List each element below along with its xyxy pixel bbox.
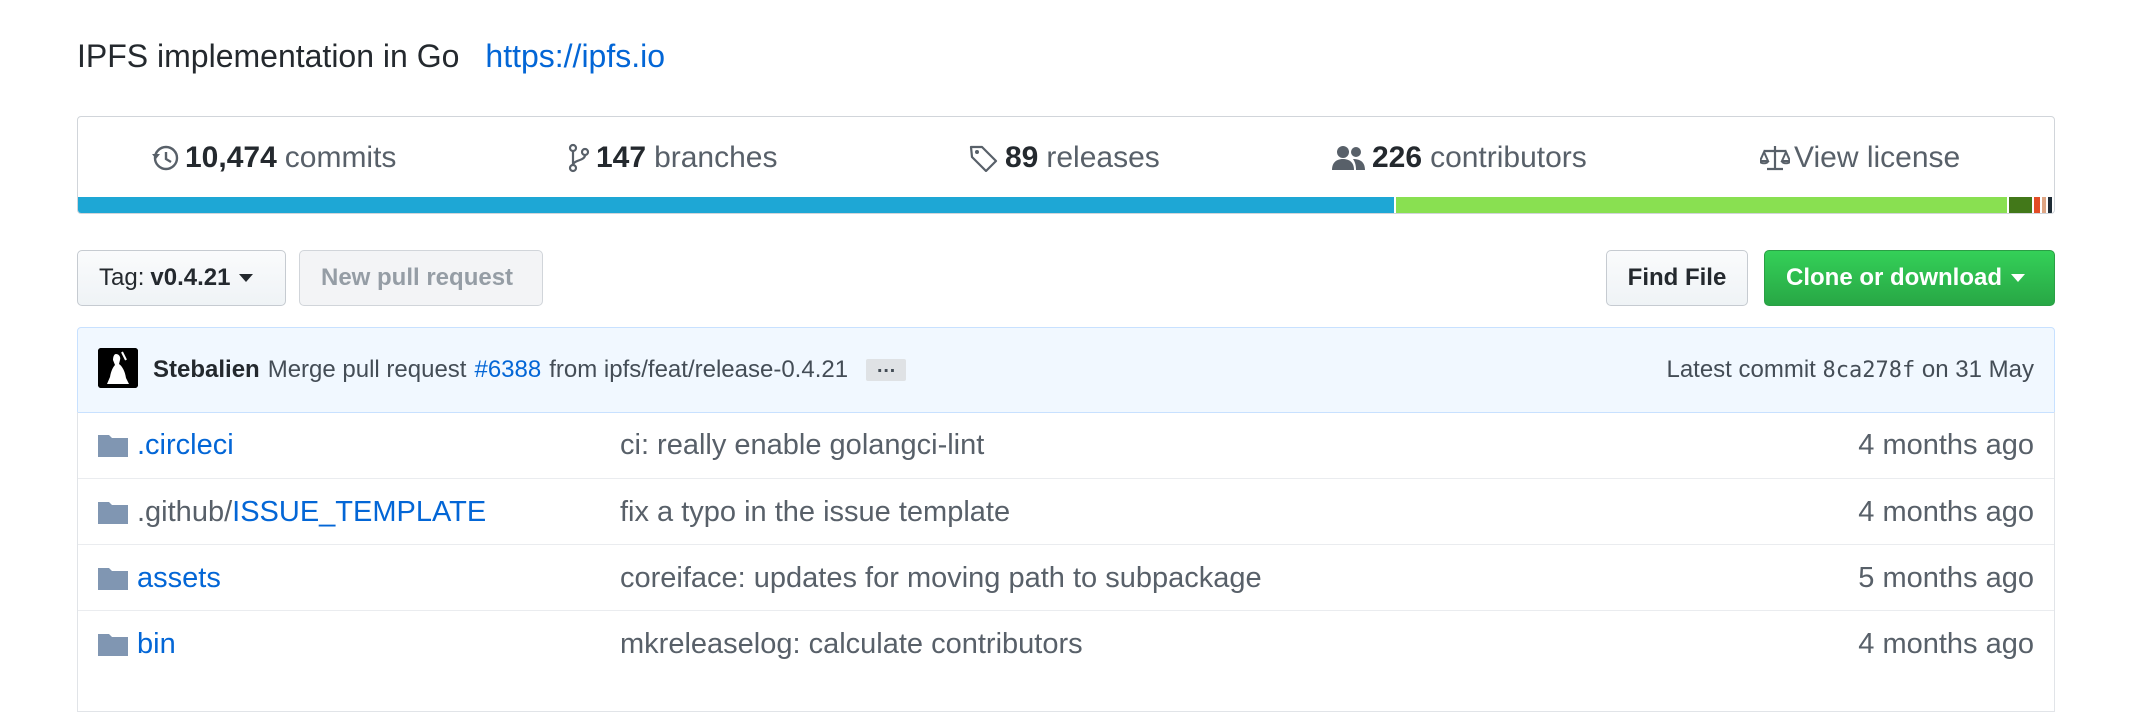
language-bar[interactable]: [78, 197, 2054, 213]
table-row: bin mkreleaselog: calculate contributors…: [78, 610, 2054, 677]
chevron-down-icon: [239, 274, 254, 282]
language-segment[interactable]: [1394, 197, 2007, 213]
latest-commit-bar: Stebalien Merge pull request #6388 from …: [77, 327, 2055, 413]
file-age: 4 months ago: [1858, 429, 2034, 461]
folder-icon: [98, 568, 128, 590]
description-text: IPFS implementation in Go: [77, 38, 460, 74]
pull-request-link[interactable]: #6388: [474, 356, 541, 384]
file-age: 4 months ago: [1858, 496, 2034, 528]
file-list: .circleci ci: really enable golangci-lin…: [77, 412, 2055, 712]
file-age: 4 months ago: [1858, 628, 2034, 660]
latest-commit-prefix: Latest commit: [1666, 356, 1816, 383]
file-name-link[interactable]: ISSUE_TEMPLATE: [232, 496, 486, 528]
latest-commit-info: Latest commit 8ca278f on 31 May: [1666, 356, 2034, 384]
folder-icon: [98, 502, 128, 524]
branches-label: branches: [654, 141, 778, 174]
numbers-summary: 10,474 commits 147 branches 89 releases 226…: [78, 117, 2054, 199]
commits-label: commits: [284, 141, 397, 174]
contributors-stat[interactable]: 226 contributors: [1332, 141, 1587, 175]
people-icon: [1332, 146, 1365, 170]
repo-summary: 10,474 commits 147 branches 89 releases 226…: [77, 116, 2055, 214]
repo-description: IPFS implementation in Go https://ipfs.io: [77, 38, 665, 75]
releases-count: 89: [1005, 141, 1039, 174]
expand-commit-button[interactable]: …: [866, 356, 907, 381]
commit-message-suffix[interactable]: from ipfs/feat/release-0.4.21: [549, 356, 848, 384]
git-branch-icon: [568, 143, 590, 173]
avatar-image: [98, 348, 138, 388]
commit-author-link[interactable]: Stebalien: [153, 356, 260, 384]
file-name-link[interactable]: bin: [137, 628, 176, 660]
branch-prefix: Tag:: [99, 264, 145, 291]
branch-name: v0.4.21: [150, 264, 231, 291]
license-label: View license: [1794, 141, 1961, 174]
file-commit-message[interactable]: mkreleaselog: calculate contributors: [620, 628, 1083, 661]
table-row: .github/ISSUE_TEMPLATE fix a typo in the…: [78, 478, 2054, 545]
history-icon: [152, 145, 179, 171]
file-name-link[interactable]: assets: [137, 562, 221, 594]
chevron-down-icon: [2011, 274, 2025, 282]
releases-label: releases: [1046, 141, 1160, 174]
new-pull-request-button[interactable]: New pull request: [299, 250, 543, 306]
commit-sha-link[interactable]: 8ca278f: [1823, 358, 1916, 383]
clone-download-button[interactable]: Clone or download: [1764, 250, 2055, 306]
language-segment[interactable]: [78, 197, 1395, 213]
table-row: .circleci ci: really enable golangci-lin…: [78, 412, 2054, 478]
file-commit-message[interactable]: coreiface: updates for moving path to su…: [620, 562, 1262, 595]
tag-icon: [969, 145, 998, 172]
folder-icon: [98, 435, 128, 457]
law-icon: [1760, 146, 1790, 171]
license-stat[interactable]: View license: [1760, 141, 1960, 175]
contributors-label: contributors: [1430, 141, 1587, 174]
file-commit-message[interactable]: fix a typo in the issue template: [620, 496, 1010, 529]
homepage-link[interactable]: https://ipfs.io: [485, 38, 665, 74]
find-file-button[interactable]: Find File: [1606, 250, 1748, 306]
branches-count: 147: [596, 141, 647, 174]
file-age: 5 months ago: [1858, 562, 2034, 594]
clone-download-label: Clone or download: [1786, 264, 2002, 291]
table-row: assets coreiface: updates for moving pat…: [78, 544, 2054, 611]
file-commit-message[interactable]: ci: really enable golangci-lint: [620, 429, 984, 462]
avatar[interactable]: [98, 348, 138, 388]
branch-select-button[interactable]: Tag: v0.4.21: [77, 250, 286, 306]
commit-date: on 31 May: [1921, 356, 2034, 383]
language-segment[interactable]: [2046, 197, 2052, 213]
file-name-link[interactable]: .circleci: [137, 429, 234, 461]
commit-message-prefix[interactable]: Merge pull request: [268, 356, 467, 384]
language-segment[interactable]: [2032, 197, 2041, 213]
commits-count: 10,474: [185, 141, 277, 174]
folder-icon: [98, 634, 128, 656]
releases-stat[interactable]: 89 releases: [969, 141, 1160, 175]
branches-stat[interactable]: 147 branches: [568, 141, 777, 175]
commit-message: Stebalien Merge pull request #6388 from …: [153, 356, 907, 384]
language-segment[interactable]: [2006, 197, 2033, 213]
contributors-count: 226: [1372, 141, 1423, 174]
file-dir-prefix[interactable]: .github/: [137, 496, 232, 528]
commits-stat[interactable]: 10,474 commits: [151, 141, 396, 175]
